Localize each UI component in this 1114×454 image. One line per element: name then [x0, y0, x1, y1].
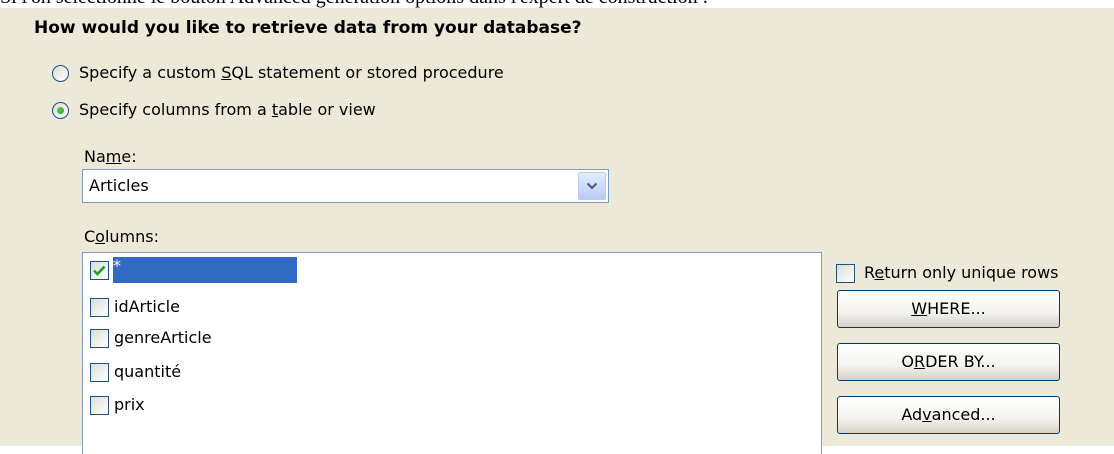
- list-item-quantite[interactable]: quantité: [90, 359, 185, 385]
- columns-listbox[interactable]: * idArticle genreArticle quantité prix: [82, 252, 822, 454]
- column-label: prix: [114, 395, 145, 414]
- column-label: quantité: [114, 362, 182, 381]
- unique-rows-option[interactable]: Return only unique rows: [836, 262, 1059, 284]
- chevron-down-icon[interactable]: [578, 172, 606, 200]
- name-label: Name:: [84, 147, 137, 166]
- radio-custom-sql-label[interactable]: Specify a custom SQL statement or stored…: [79, 62, 504, 84]
- list-item-star[interactable]: *: [90, 257, 297, 283]
- column-checkbox-prix[interactable]: [90, 395, 109, 415]
- table-name-dropdown[interactable]: Articles: [82, 169, 609, 203]
- column-checkbox-star[interactable]: [90, 260, 109, 280]
- checkmark-icon: [93, 265, 106, 276]
- column-checkbox-genrearticle[interactable]: [90, 328, 109, 348]
- unique-rows-label[interactable]: Return only unique rows: [864, 262, 1059, 284]
- radio-columns-from-table-label[interactable]: Specify columns from a table or view: [79, 99, 376, 121]
- column-label: idArticle: [114, 297, 180, 316]
- order-by-button[interactable]: ORDER BY...: [837, 343, 1060, 381]
- radio-custom-sql[interactable]: Specify a custom SQL statement or stored…: [52, 60, 504, 86]
- query-builder-panel: How would you like to retrieve data from…: [0, 8, 1114, 454]
- column-label: genreArticle: [114, 328, 212, 347]
- advanced-button[interactable]: Advanced...: [837, 396, 1060, 434]
- list-item-genrearticle[interactable]: genreArticle: [90, 325, 216, 351]
- column-checkbox-quantite[interactable]: [90, 362, 109, 382]
- radio-columns-from-table-button[interactable]: [52, 101, 69, 119]
- radio-custom-sql-button[interactable]: [52, 64, 69, 82]
- column-label: *: [113, 257, 297, 283]
- where-button[interactable]: WHERE...: [837, 290, 1060, 328]
- list-item-prix[interactable]: prix: [90, 392, 149, 418]
- columns-label: Columns:: [84, 227, 160, 246]
- column-checkbox-idarticle[interactable]: [90, 297, 109, 317]
- unique-rows-checkbox[interactable]: [836, 263, 855, 283]
- radio-columns-from-table[interactable]: Specify columns from a table or view: [52, 97, 376, 123]
- table-name-value: Articles: [89, 176, 149, 195]
- page-title: How would you like to retrieve data from…: [34, 18, 582, 38]
- list-item-idarticle[interactable]: idArticle: [90, 294, 184, 320]
- page-caption: Si l'on sélectionne le bouton Advanced g…: [0, 0, 1114, 8]
